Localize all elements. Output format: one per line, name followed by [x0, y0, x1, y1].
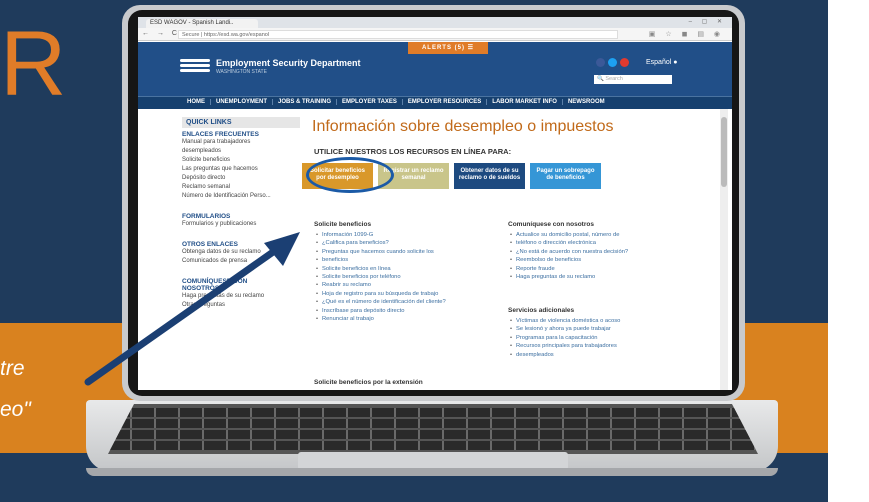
page-title: Información sobre desempleo o impuestos [312, 118, 614, 135]
laptop-screen: ESD WAGOV - Spanish Landi.. – ▢ ✕ ← → C … [138, 17, 732, 390]
list-item[interactable]: Actualice su domicilio postal, número de [508, 231, 628, 240]
sidebar-link[interactable]: Otras preguntas [182, 301, 300, 310]
scrollbar-thumb[interactable] [721, 117, 727, 187]
online-resources-heading: UTILICE NUESTROS LOS RECURSOS EN LÍNEA P… [314, 147, 512, 156]
list-item[interactable]: Reembolso de beneficios [508, 256, 628, 265]
enlaces-heading: ENLACES FRECUENTES [182, 131, 259, 138]
col2b-heading: Servicios adicionales [508, 307, 575, 314]
list-item[interactable]: Programas para la capacitación [508, 334, 620, 343]
alerts-button[interactable]: ALERTS (5) ☰ [408, 42, 488, 54]
scene: R tre eo" ESD WAGOV - Spanish Landi.. – … [0, 0, 869, 502]
tile-line: reclamo o de sueldos [458, 175, 521, 181]
list-item[interactable]: desempleados [508, 351, 620, 360]
tile-line: de beneficios [546, 175, 585, 181]
list-item[interactable]: Reporte fraude [508, 265, 628, 274]
extension-icons[interactable]: ▣ ☆ ◼ ▤ ◉ [649, 30, 724, 38]
list-item[interactable]: teléfono o dirección electrónica [508, 239, 628, 248]
window-controls[interactable]: – ▢ ✕ [689, 18, 726, 25]
col2-list: Actualice su domicilio postal, número de… [508, 231, 628, 282]
col2b-list: Víctimas de violencia doméstica o acoso … [508, 317, 620, 359]
col1b-heading: Solicite beneficios por la extensión [314, 379, 423, 386]
sidebar-link[interactable]: Las preguntas que hacemos [182, 165, 300, 174]
tile-line: Obtener datos de su [460, 168, 519, 174]
formularios-heading: FORMULARIOS [182, 213, 231, 220]
quote-line-2: eo" [0, 398, 31, 421]
list-item[interactable]: Renunciar al trabajo [314, 315, 446, 324]
quote-line-1: tre [0, 357, 25, 380]
col2-heading: Comuníquese con nosotros [508, 221, 594, 228]
list-item[interactable]: ¿Califica para beneficios? [314, 239, 446, 248]
address-bar-row: ← → C ⌂ Secure | https://esd.wa.gov/espa… [138, 28, 732, 41]
laptop-lip [86, 468, 778, 476]
sidebar-link[interactable]: Obtenga datos de su reclamo [182, 248, 300, 257]
list-item[interactable]: Inscríbase para depósito directo [314, 307, 446, 316]
list-item[interactable]: Información 1099-G [314, 231, 446, 240]
sidebar-link[interactable]: Número de Identificación Perso... [182, 192, 300, 201]
nav-home[interactable]: HOME [182, 99, 211, 105]
list-item[interactable]: ¿No está de acuerdo con nuestra decisión… [508, 248, 628, 257]
nav-labor-market-info[interactable]: LABOR MARKET INFO [487, 99, 563, 105]
search-placeholder: Search [605, 76, 623, 82]
language-link[interactable]: Español ● [646, 59, 677, 66]
sidebar-link[interactable]: Formularios y publicaciones [182, 220, 300, 229]
youtube-icon[interactable] [620, 58, 629, 67]
search-input[interactable]: 🔍 Search [594, 75, 672, 84]
tile-line: semanal [401, 175, 426, 181]
list-item[interactable]: Recursos principales para trabajadores [508, 342, 620, 351]
comuniquese-heading-1: COMUNÍQUESE CON [182, 278, 248, 285]
browser-tab-bar: ESD WAGOV - Spanish Landi.. – ▢ ✕ [138, 17, 732, 28]
nav-employer-resources[interactable]: EMPLOYER RESOURCES [403, 99, 488, 105]
twitter-icon[interactable] [608, 58, 617, 67]
sidebar-link[interactable]: Reclamo semanal [182, 183, 300, 192]
social-icons[interactable] [596, 58, 632, 67]
nav-employer-taxes[interactable]: EMPLOYER TAXES [337, 99, 403, 105]
list-item[interactable]: Se lesionó y ahora ya puede trabajar [508, 325, 620, 334]
background-letter: R [0, 13, 67, 115]
quick-links-heading: QUICK LINKS [182, 117, 300, 128]
col1-list: Información 1099-G ¿Califica para benefi… [314, 231, 446, 324]
pay-overpayment-button[interactable]: Pagar un sobrepago de beneficios [530, 163, 601, 189]
background-margin [828, 0, 869, 502]
quick-links-sidebar: QUICK LINKS ENLACES FRECUENTES Manual pa… [182, 117, 300, 310]
nav-unemployment[interactable]: UNEMPLOYMENT [211, 99, 273, 105]
comuniquese-heading-2: NOSOTROS [182, 285, 220, 292]
sidebar-link[interactable]: Solicite beneficios [182, 156, 300, 165]
esd-logo-icon[interactable] [180, 59, 210, 73]
list-item[interactable]: Reabrir su reclamo [314, 281, 446, 290]
site-header: ALERTS (5) ☰ Employment Security Departm… [138, 42, 732, 96]
sidebar-link[interactable]: Manual para trabajadores [182, 138, 300, 147]
globe-icon[interactable]: ● [673, 59, 677, 66]
list-item[interactable]: beneficios [314, 256, 446, 265]
keyboard [108, 404, 758, 454]
list-item[interactable]: Solicite beneficios en línea [314, 265, 446, 274]
sidebar-link[interactable]: Depósito directo [182, 174, 300, 183]
espanol-label[interactable]: Español [646, 59, 671, 66]
otros-heading: OTROS ENLACES [182, 241, 238, 248]
tile-line: Pagar un sobrepago [536, 168, 595, 174]
site-name[interactable]: Employment Security Department [216, 58, 361, 68]
col1-heading: Solicite beneficios [314, 221, 372, 228]
facebook-icon[interactable] [596, 58, 605, 67]
sidebar-link[interactable]: Haga preguntas de su reclamo [182, 292, 300, 301]
url-input[interactable]: Secure | https://esd.wa.gov/espanol [178, 30, 618, 39]
list-item[interactable]: Haga preguntas de su reclamo [508, 273, 628, 282]
browser-tab[interactable]: ESD WAGOV - Spanish Landi.. [146, 19, 258, 28]
list-item[interactable]: ¿Qué es el número de identificación del … [314, 298, 446, 307]
list-item[interactable]: Solicite beneficios por teléfono [314, 273, 446, 282]
claim-data-button[interactable]: Obtener datos de su reclamo o de sueldos [454, 163, 525, 189]
main-nav: HOME UNEMPLOYMENT JOBS & TRAINING EMPLOY… [138, 96, 732, 109]
list-item[interactable]: Víctimas de violencia doméstica o acoso [508, 317, 620, 326]
list-item[interactable]: Hoja de registro para su búsqueda de tra… [314, 290, 446, 299]
nav-newsroom[interactable]: NEWSROOM [563, 99, 610, 105]
sidebar-link[interactable]: desempleados [182, 147, 300, 156]
highlight-circle [306, 157, 394, 193]
nav-jobs-training[interactable]: JOBS & TRAINING [273, 99, 338, 105]
site-subtitle: WASHINGTON STATE [216, 69, 267, 75]
search-icon[interactable]: 🔍 [597, 76, 604, 82]
sidebar-link[interactable]: Comunicados de prensa [182, 257, 300, 266]
list-item[interactable]: Preguntas que hacemos cuando solicite lo… [314, 248, 446, 257]
